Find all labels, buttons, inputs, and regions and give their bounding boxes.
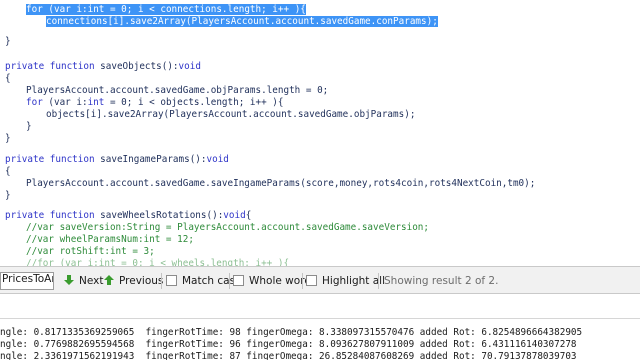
separator <box>378 273 379 289</box>
previous-label: Previous <box>119 275 164 287</box>
separator <box>229 273 230 289</box>
arrow-up-icon <box>104 275 114 285</box>
code-line: } <box>0 36 640 48</box>
code-token: var i: <box>54 4 88 15</box>
highlight-all-checkbox[interactable]: Highlight all <box>306 273 385 289</box>
code-token: private <box>5 61 50 72</box>
code-token: for <box>26 97 49 108</box>
code-token: saveWheelsRotations(): <box>100 210 224 221</box>
code-token: } <box>26 121 32 132</box>
code-token: void <box>206 154 229 165</box>
code-line: objects[i].save2Array(PlayersAccount.acc… <box>0 109 640 121</box>
code-token: saveIngameParams(): <box>100 154 207 165</box>
code-line: PlayersAccount.account.savedGame.saveIng… <box>0 178 640 190</box>
code-token: //var rotShift:int = 3; <box>26 246 155 257</box>
separator <box>161 273 162 289</box>
code-line: for (var i:int = 0; i < connections.leng… <box>0 4 640 16</box>
output-toolbar-strip <box>0 294 640 318</box>
code-editor[interactable]: for (var i:int = 0; i < connections.leng… <box>0 0 640 266</box>
code-line: //var wheelParamsNum:int = 12; <box>0 234 640 246</box>
code-line: } <box>0 133 640 145</box>
highlight-all-label: Highlight all <box>322 275 386 287</box>
checkbox-box[interactable] <box>306 275 317 286</box>
code-token: private <box>5 210 50 221</box>
previous-button[interactable]: Previous <box>103 273 163 289</box>
code-line: //var rotShift:int = 3; <box>0 246 640 258</box>
checkbox-box[interactable] <box>166 275 177 286</box>
code-token: for ( <box>26 4 54 15</box>
code-line: } <box>0 190 640 202</box>
code-token: objects[i].save2Array(PlayersAccount.acc… <box>46 109 416 120</box>
code-line: for (var i:int = 0; i < objects.length; … <box>0 97 640 109</box>
code-token: void <box>223 210 246 221</box>
code-token: function <box>49 210 101 221</box>
code-line: private function saveWheelsRotations():v… <box>0 210 640 222</box>
checkbox-box[interactable] <box>233 275 244 286</box>
code-token: saveObjects(): <box>100 61 179 72</box>
code-token: (var i: <box>48 97 88 108</box>
code-token: { <box>5 166 11 177</box>
code-token: int <box>87 97 105 108</box>
code-line: { <box>0 166 640 178</box>
code-line: PlayersAccount.account.savedGame.objPara… <box>0 85 640 97</box>
code-token: function <box>49 61 101 72</box>
code-token: private <box>5 154 50 165</box>
code-line: //for (var i:int = 0; i < wheels.length;… <box>0 258 640 266</box>
code-token: { <box>245 210 252 221</box>
output-line: ngle: 2.3361971562191943 fingerRotTime: … <box>0 351 577 360</box>
find-input[interactable]: PricesToArray <box>0 272 54 290</box>
code-token: //var wheelParamsNum:int = 12; <box>26 234 194 245</box>
code-token: PlayersAccount.account.savedGame.saveIng… <box>26 178 536 189</box>
output-panel[interactable]: ngle: 0.8171335369259065 fingerRotTime: … <box>0 294 640 360</box>
code-token: connections[i].save2Array(PlayersAccount… <box>46 16 438 27</box>
code-token: = 0; i < connections.length; i++ ){ <box>104 4 306 15</box>
arrow-down-icon <box>64 275 74 285</box>
code-token: //var saveVersion:String = PlayersAccoun… <box>26 222 429 233</box>
match-case-checkbox[interactable]: Match case <box>166 273 242 289</box>
next-button[interactable]: Next <box>63 273 103 289</box>
find-bar: PricesToArray Next Previous Match case W… <box>0 266 640 294</box>
output-line: ngle: 0.8171335369259065 fingerRotTime: … <box>0 327 583 338</box>
output-line: ngle: 0.7769882695594568 fingerRotTime: … <box>0 339 577 350</box>
code-line: //var saveVersion:String = PlayersAccoun… <box>0 222 640 234</box>
code-token: { <box>5 73 11 84</box>
code-line: connections[i].save2Array(PlayersAccount… <box>0 16 640 28</box>
next-label: Next <box>79 275 104 287</box>
code-token: } <box>5 190 11 201</box>
code-token: PlayersAccount.account.savedGame.objPara… <box>26 85 267 96</box>
code-token: function <box>49 154 101 165</box>
code-line: private function saveObjects():void <box>0 61 640 73</box>
find-status-text: Showing result 2 of 2. <box>384 275 499 287</box>
separator <box>302 273 303 289</box>
output-divider <box>0 318 640 319</box>
whole-word-checkbox[interactable]: Whole word <box>233 273 311 289</box>
code-token: = 0; <box>300 85 329 96</box>
code-line: private function saveIngameParams():void <box>0 154 640 166</box>
code-token: length <box>266 85 301 96</box>
code-token: = 0; i < objects.length; i++ ){ <box>104 97 284 108</box>
code-token: void <box>178 61 201 72</box>
code-token: } <box>5 36 11 47</box>
code-token: //for (var i:int = 0; i < wheels.length;… <box>26 258 290 266</box>
code-line: { <box>0 73 640 85</box>
code-line: } <box>0 121 640 133</box>
code-token: } <box>5 133 11 144</box>
code-token: int <box>87 4 105 15</box>
